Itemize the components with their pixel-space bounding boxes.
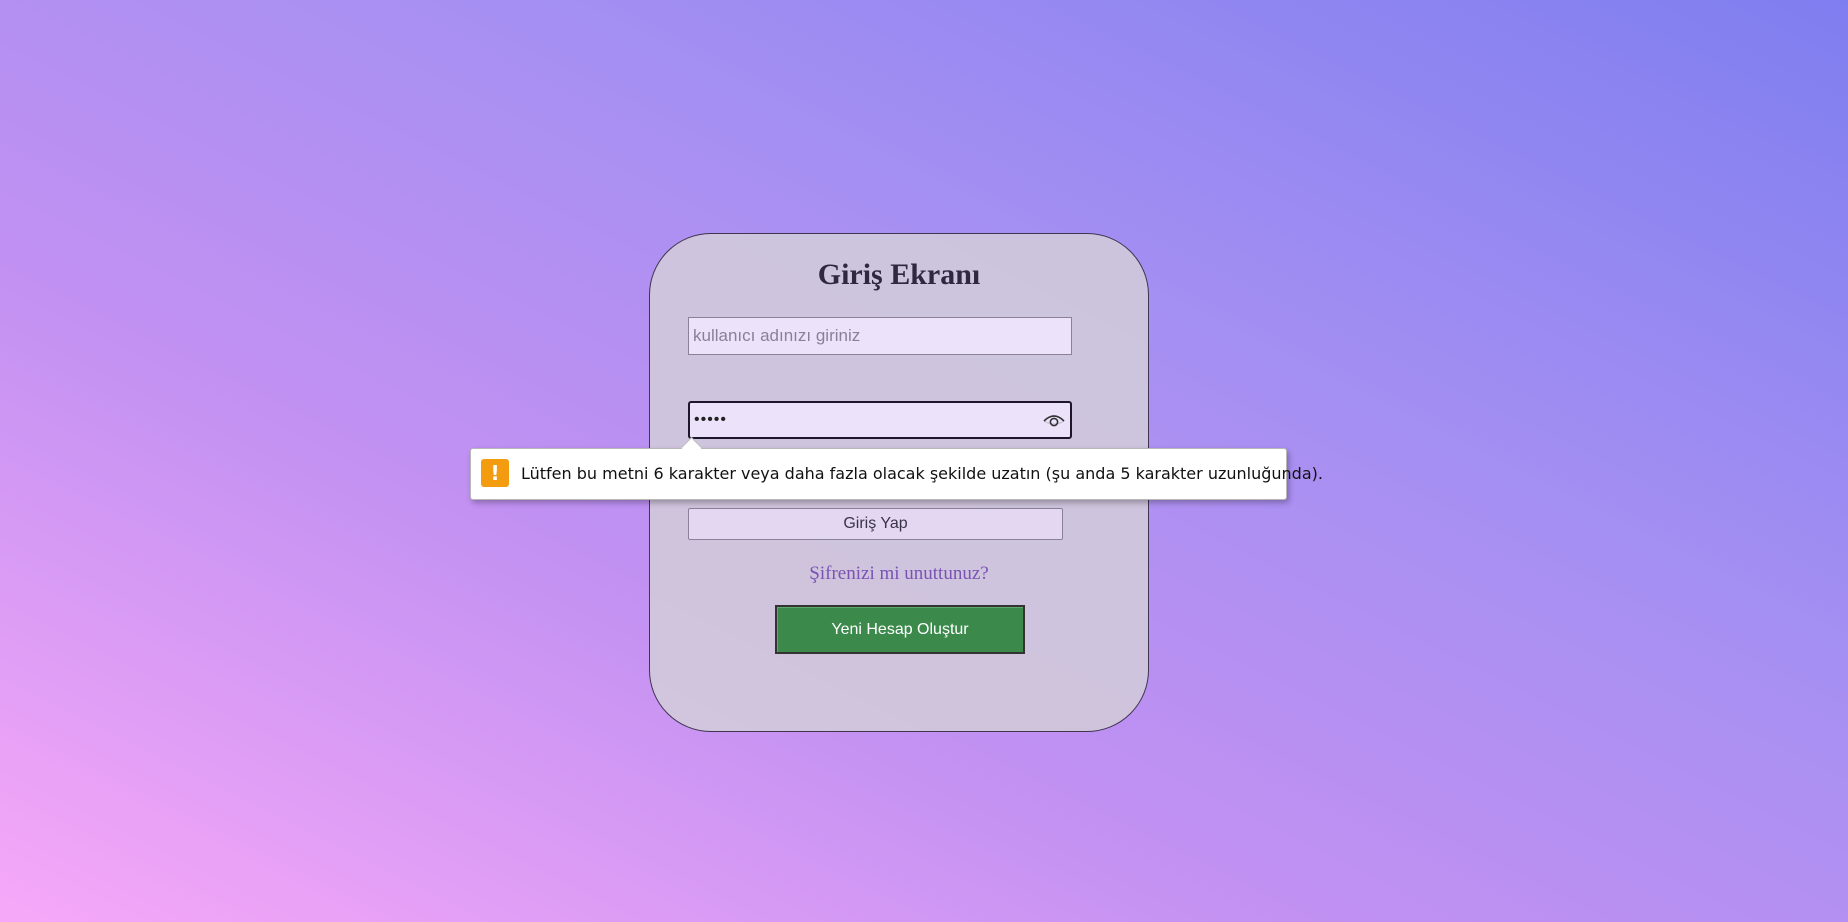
login-button[interactable]: Giriş Yap <box>688 508 1063 540</box>
password-input[interactable] <box>688 401 1072 439</box>
validation-message: Lütfen bu metni 6 karakter veya daha faz… <box>521 464 1323 483</box>
warning-icon: ! <box>481 459 509 487</box>
eye-icon[interactable] <box>1042 410 1066 430</box>
username-input[interactable] <box>688 317 1072 355</box>
page-title: Giriş Ekranı <box>817 258 981 291</box>
validation-tooltip: ! Lütfen bu metni 6 karakter veya daha f… <box>470 436 1323 500</box>
create-account-button[interactable]: Yeni Hesap Oluştur <box>775 605 1025 654</box>
password-field-wrapper <box>688 401 1072 439</box>
forgot-password-link[interactable]: Şifrenizi mi unuttunuz? <box>650 563 1148 585</box>
